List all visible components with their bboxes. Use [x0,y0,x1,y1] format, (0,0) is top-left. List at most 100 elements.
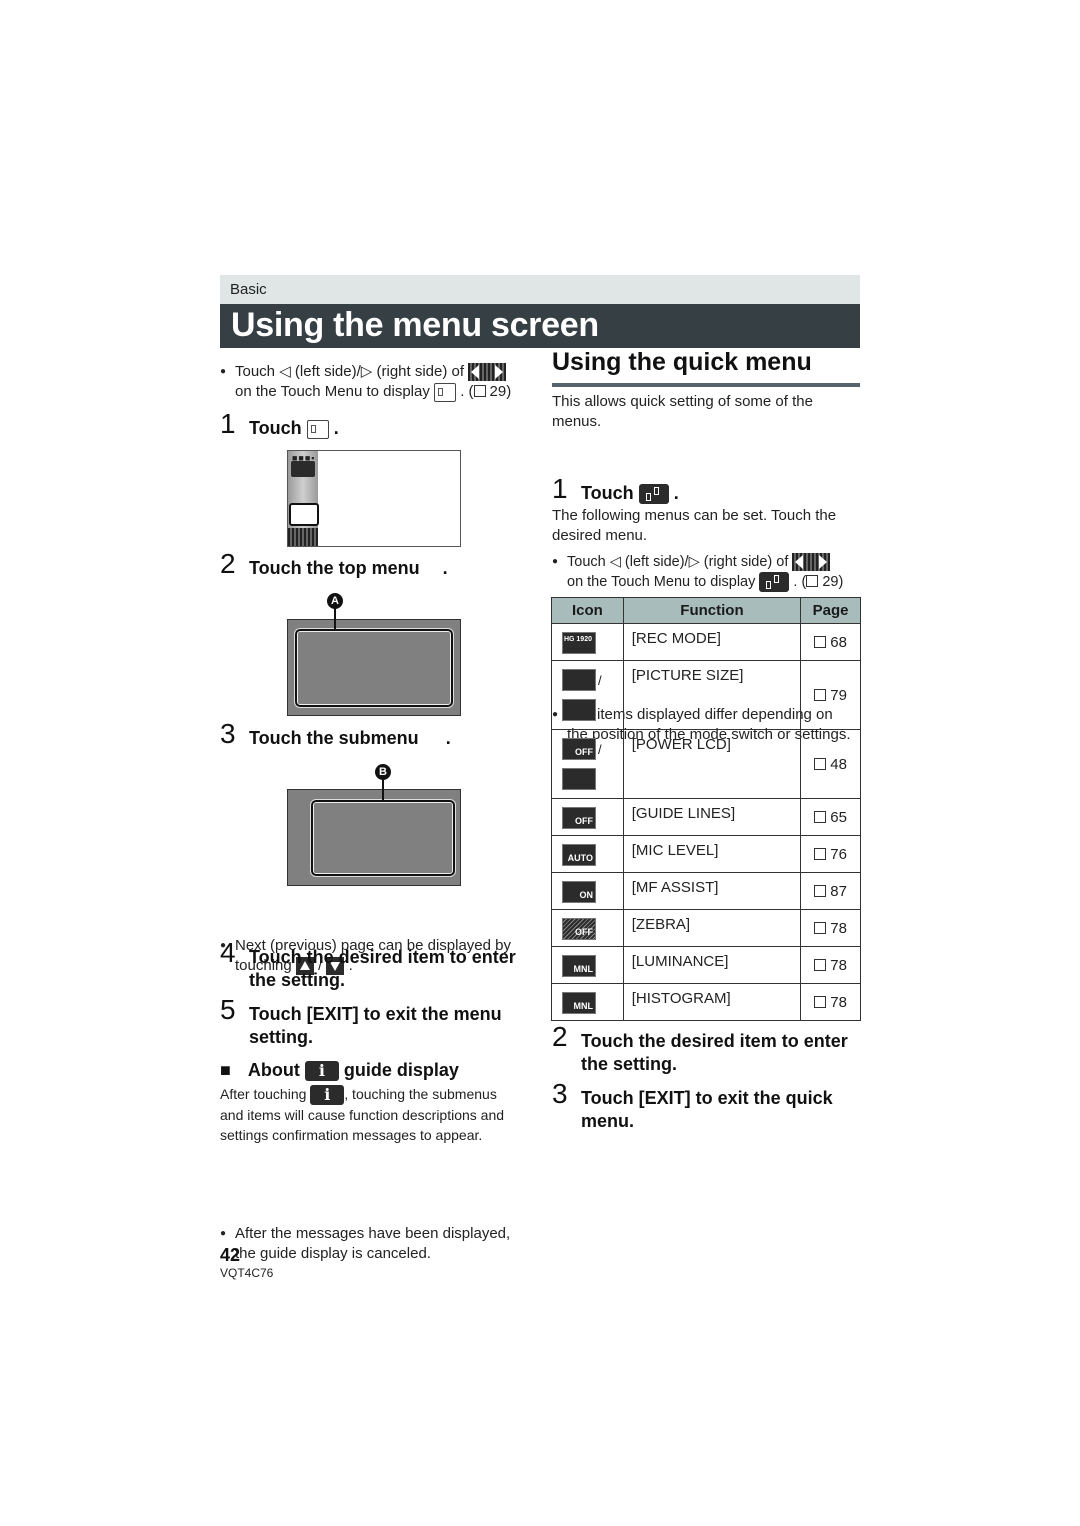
menu-button-icon [306,419,329,439]
page-ref-cell: 87 [800,872,861,910]
guide-lines-icon: OFF [562,807,596,829]
quick-step-3: 3 Touch [EXIT] to exit the quick menu. [552,1078,833,1132]
table-row: MNL [LUMINANCE] 78 [551,946,861,984]
column-header-page: Page [800,597,861,624]
right-arrow-icon: ▷ [688,554,700,570]
zebra-icon: OFF [562,918,596,940]
quick-step-2: 2 Touch the desired item to enter the set… [552,1021,848,1075]
quick-menu-table: Icon Function Page HG 1920 [REC MODE] 68… [551,597,861,1021]
function-cell: [REC MODE] [622,623,802,661]
quick-menu-bullet: Touch ◁ (left side)/▷ (right side) of on… [552,552,877,593]
column-header-icon: Icon [551,597,624,624]
table-header-row: Icon Function Page [551,597,861,624]
quick-menu-description: The following menus can be set. Touch th… [552,507,837,544]
table-row: MNL [HISTOGRAM] 78 [551,983,861,1021]
picture-size-standard-icon [562,699,596,721]
quick-menu-icon [638,484,669,505]
guide-display-description: After touching i, touching the submenus … [220,1085,505,1144]
function-cell: [HISTOGRAM] [622,983,802,1021]
function-cell: [LUMINANCE] [622,946,802,984]
page-title: Using the menu screen [231,306,599,344]
callout-b: B [375,764,391,780]
table-row: AUTO [MIC LEVEL] 76 [551,835,861,873]
function-cell: [GUIDE LINES] [622,798,802,836]
function-cell: [POWER LCD] [622,729,802,799]
model-code: VQT4C76 [220,1266,274,1280]
heading-rule [552,383,860,387]
callout-a: A [327,593,343,609]
page-ref-icon [814,995,827,1008]
left-arrow-icon: ◁ [279,363,291,380]
mf-assist-icon: ON [562,881,596,903]
right-arrow-icon: ▷ [360,363,373,380]
left-right-scroll-icon [288,528,318,546]
section-label: Basic [230,281,267,298]
page-ref-icon [814,921,827,934]
column-header-function: Function [622,597,802,624]
histogram-icon: MNL [562,992,596,1014]
step-5-exit-menu: 5 Touch [EXIT] to exit the menu setting. [220,994,502,1048]
step-3-touch-submenu: 3 Touch the submenu . [220,718,451,749]
function-cell: [MIC LEVEL] [622,835,802,873]
left-right-scroll-icon [468,363,507,382]
table-row: ON [MF ASSIST] 87 [551,872,861,910]
touch-menu-screen-illustration: ■■■▪ [287,450,461,547]
top-menu-highlight [294,628,454,708]
table-row: HG 1920 [REC MODE] 68 [551,623,861,661]
picture-size-wide-icon [562,669,596,691]
page-ref-icon [806,575,819,587]
submenu-highlight [310,799,456,877]
quick-menu-intro: This allows quick setting of some of the… [552,393,813,430]
page-ref-cell: 78 [800,909,861,947]
page-ref-icon [814,635,827,648]
page-ref-cell: 68 [800,623,861,661]
function-cell: [MF ASSIST] [622,872,802,910]
guide-display-heading: ■ About i guide display [220,1060,459,1082]
quick-step-1: 1 Touch . [552,473,679,505]
step-1-touch-menu: 1 Touch . [220,408,339,439]
page-number: 42 [220,1245,241,1265]
page-ref-icon [814,757,827,770]
intro-bullet: Touch ◁ (left side)/▷ (right side) of on… [220,362,545,402]
function-cell: [ZEBRA] [622,909,802,947]
info-icon: i [310,1085,345,1106]
quick-menu-heading: Using the quick menu [552,348,812,376]
page-ref-icon [814,847,827,860]
page-ref-cell: 48 [800,729,861,799]
page-ref-cell: 65 [800,798,861,836]
page-title-band: Using the menu screen [220,304,860,348]
page-ref-cell: 79 [800,660,861,730]
page-ref-icon [814,810,827,823]
menu-button-icon [434,382,457,402]
table-row: OFF / [POWER LCD] 48 [551,729,861,799]
step-2-touch-top-menu: 2 Touch the top menu . [220,548,448,579]
table-row: OFF [GUIDE LINES] 65 [551,798,861,836]
menu-icon [289,503,319,526]
quick-menu-icon [291,461,315,477]
table-row: / [PICTURE SIZE] 79 [551,660,861,730]
left-right-scroll-icon [792,553,831,572]
mic-level-icon: AUTO [562,844,596,866]
power-lcd-off-icon: OFF [562,738,596,760]
square-bullet-icon: ■ [220,1060,231,1080]
page-ref-icon [814,884,827,897]
submenu-screen-illustration [287,789,461,886]
quick-menu-icon [759,572,790,593]
guide-cancel-bullet: After the messages have been displayed, … [220,1224,545,1264]
page-ref-icon [814,688,827,701]
callout-a-line [334,608,336,630]
section-label-band: Basic [220,275,860,304]
luminance-icon: MNL [562,955,596,977]
page-ref-cell: 78 [800,983,861,1021]
table-row: OFF [ZEBRA] 78 [551,909,861,947]
rec-mode-icon: HG 1920 [562,632,596,654]
page-ref-cell: 76 [800,835,861,873]
function-cell: [PICTURE SIZE] [622,660,802,730]
info-icon: i [304,1061,339,1082]
page-ref-icon [473,385,486,397]
callout-b-line [382,778,384,800]
page-ref-icon [814,958,827,971]
page-ref-cell: 78 [800,946,861,984]
top-menu-screen-illustration [287,619,461,716]
power-lcd-bright-icon [562,768,596,790]
